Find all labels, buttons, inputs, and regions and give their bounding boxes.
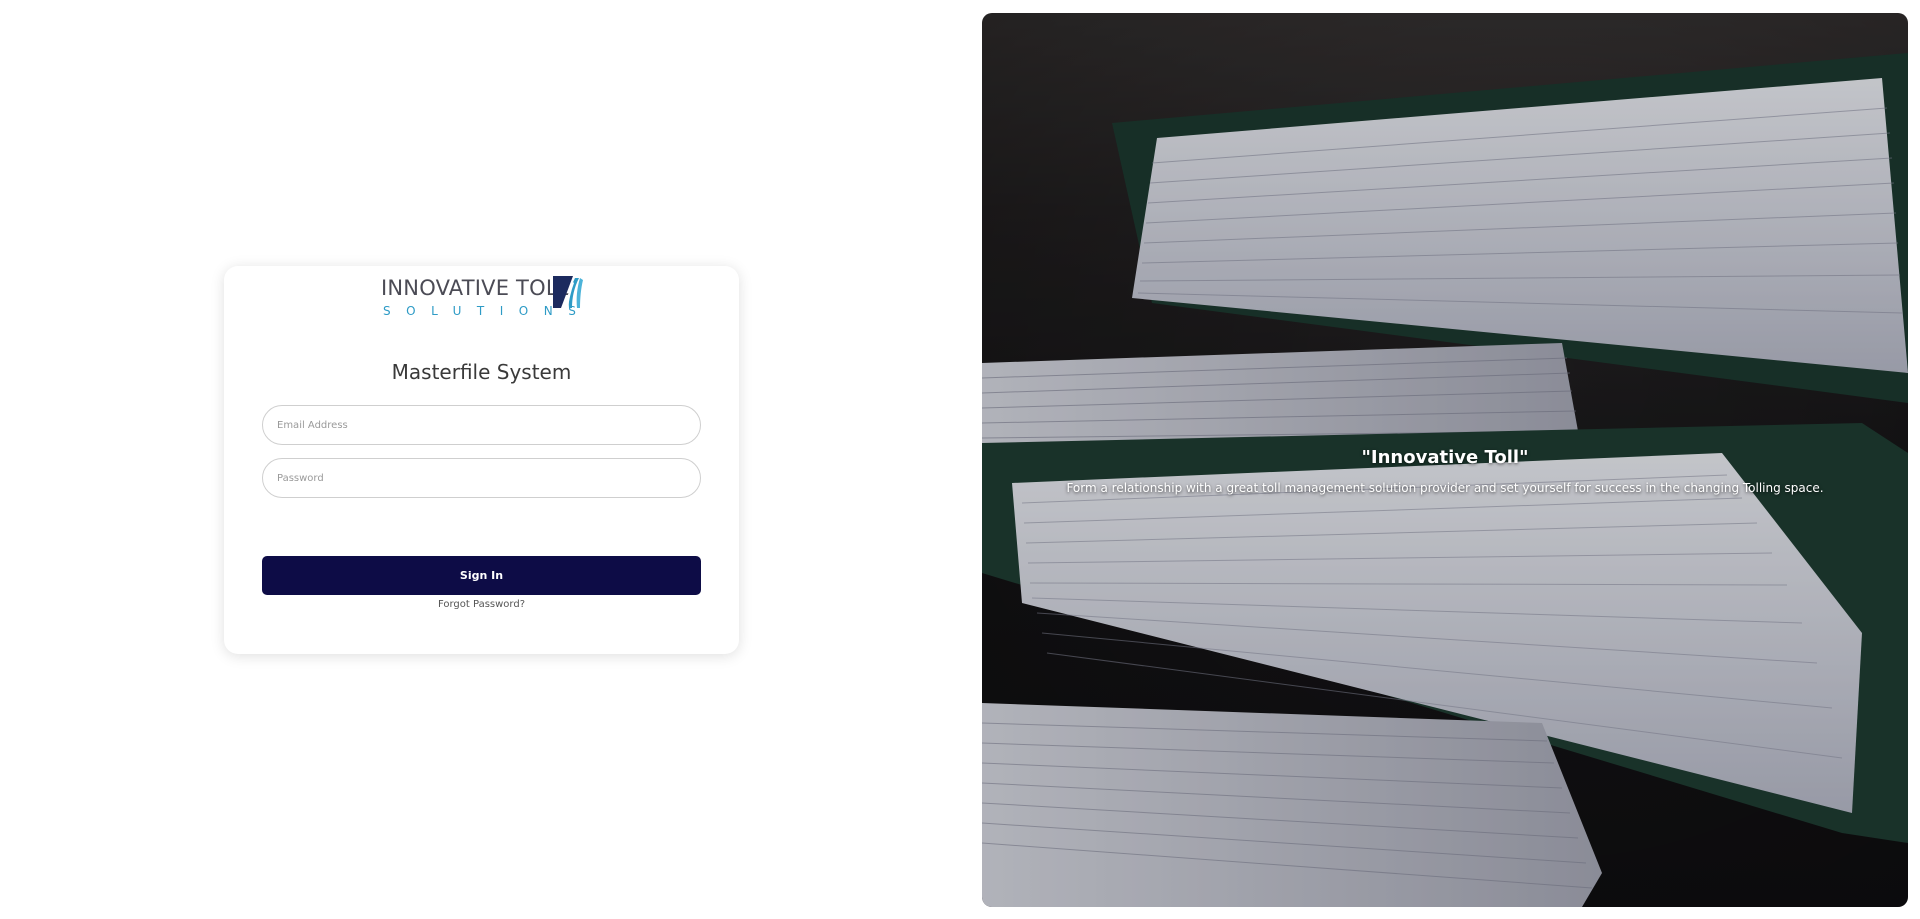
hero-title: "Innovative Toll" [1361, 447, 1529, 468]
password-input[interactable] [262, 458, 701, 498]
logo-text-main: INNOVATIVE TOLL [381, 276, 570, 300]
forgot-password-link[interactable]: Forgot Password? [224, 599, 739, 610]
sign-in-button[interactable]: Sign In [262, 556, 701, 595]
page-title: Masterfile System [391, 360, 572, 384]
hero-image-panel: "Innovative Toll" Form a relationship wi… [982, 13, 1908, 907]
login-card: INNOVATIVE TOLL SOLUTIONS Masterfile Sys… [224, 266, 739, 654]
hero-subtitle: Form a relationship with a great toll ma… [1066, 481, 1824, 495]
email-input[interactable] [262, 405, 701, 445]
company-logo: INNOVATIVE TOLL SOLUTIONS [381, 274, 591, 322]
logo-mark-icon [553, 276, 583, 308]
